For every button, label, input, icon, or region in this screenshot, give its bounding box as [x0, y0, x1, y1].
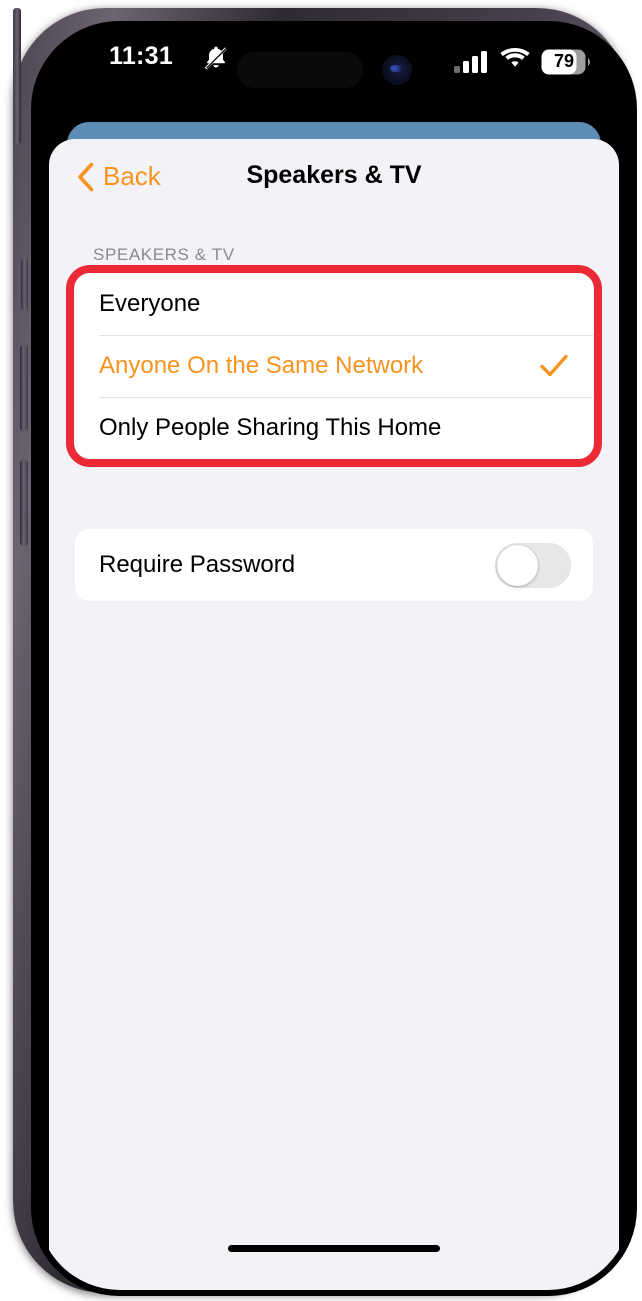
sharing-options-card: Everyone Anyone On the Same Network Only… — [75, 273, 593, 459]
toggle-knob — [497, 544, 538, 586]
volume-up-button[interactable] — [20, 345, 28, 431]
phone-screen: 11:31 79 Back Speakers & TV SPEAKERS & T… — [37, 27, 631, 1290]
section-header: SPEAKERS & TV — [93, 245, 235, 264]
require-password-label: Require Password — [99, 551, 296, 578]
option-row-everyone[interactable]: Everyone — [75, 273, 593, 335]
mute-switch-button[interactable] — [21, 258, 28, 310]
dynamic-island — [237, 52, 363, 88]
status-bar: 11:31 79 — [37, 27, 631, 89]
phone-frame: 11:31 79 Back Speakers & TV SPEAKERS & T… — [13, 8, 637, 1296]
require-password-row[interactable]: Require Password — [75, 529, 593, 601]
home-indicator[interactable] — [228, 1245, 440, 1252]
status-bar-time: 11:31 — [109, 42, 174, 70]
option-label: Anyone On the Same Network — [99, 352, 424, 379]
checkmark-icon — [540, 354, 568, 377]
option-row-only-people-sharing-home[interactable]: Only People Sharing This Home — [75, 397, 593, 459]
navigation-bar: Back Speakers & TV — [49, 139, 619, 215]
option-row-anyone-same-network[interactable]: Anyone On the Same Network — [75, 335, 593, 397]
camera-glint — [390, 65, 404, 72]
power-button[interactable] — [13, 8, 21, 144]
wifi-icon — [500, 48, 530, 67]
settings-modal-sheet: Back Speakers & TV SPEAKERS & TV Everyon… — [49, 139, 619, 1290]
cellular-signal-icon — [454, 51, 487, 73]
page-title: Speakers & TV — [246, 161, 422, 189]
option-label: Everyone — [99, 290, 201, 317]
volume-down-button[interactable] — [20, 460, 28, 546]
bell-slash-icon — [204, 46, 228, 70]
battery-level-text: 79 — [553, 51, 575, 71]
require-password-toggle[interactable] — [495, 542, 571, 588]
option-label: Only People Sharing This Home — [99, 414, 442, 441]
